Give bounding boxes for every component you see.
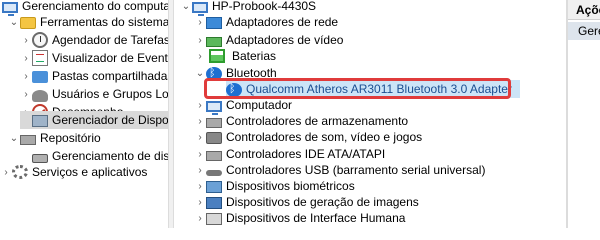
device-manager-icon [32,115,48,127]
services-icon [12,165,28,179]
tree-label: Ferramentas do sistema [40,15,168,29]
chevron-right-icon[interactable]: › [20,49,32,67]
chevron-right-icon[interactable]: › [194,128,206,146]
users-groups-icon [32,89,48,102]
task-scheduler-icon [32,32,48,48]
category-label: Baterias [232,49,277,63]
computer-management-icon [2,1,18,16]
tree-item-task-scheduler[interactable]: › Agendador de Tarefas [20,31,168,49]
video-adapter-icon [206,36,222,47]
battery-icon [209,49,225,63]
category-label: Dispositivos de Interface Humana [226,211,406,225]
tree-item-storage[interactable]: ⌄ Repositório [8,129,101,147]
tree-label: Visualizador de Eventos [52,51,168,65]
actions-item-device-manager[interactable]: Gere [568,22,600,40]
device-category-hid[interactable]: › Dispositivos de Interface Humana [194,209,405,227]
chevron-down-icon[interactable]: ⌄ [8,13,20,31]
hid-icon [206,213,222,225]
ide-controller-icon [206,150,222,161]
device-tree-pane: ⌄ HP-Probook-4430S › Adaptadores de rede… [174,0,566,228]
usb-controller-icon [206,170,222,176]
device-category-batteries[interactable]: › Baterias [194,47,276,65]
tree-item-services-apps[interactable]: › Serviços e aplicativos [0,163,147,181]
chevron-right-icon[interactable]: › [20,31,32,49]
chevron-down-icon[interactable]: ⌄ [8,129,20,147]
storage-controller-icon [206,117,222,128]
tree-label: Agendador de Tarefas [52,33,168,47]
actions-pane: Açõe Gere [568,0,600,228]
tree-label: Gerenciador de Disposit [52,113,168,127]
chevron-right-icon[interactable]: › [20,67,32,85]
device-category-network[interactable]: › Adaptadores de rede [194,13,338,31]
biometric-icon [206,181,222,193]
highlight-annotation [204,78,511,99]
tools-icon [20,17,36,29]
computer-icon [192,1,208,16]
category-label: Controladores de som, vídeo e jogos [226,130,423,144]
network-adapter-icon [206,17,222,29]
chevron-right-icon[interactable]: › [0,163,12,181]
tree-item-event-viewer[interactable]: › Visualizador de Eventos [20,49,168,67]
category-label: Adaptadores de rede [226,15,339,29]
chevron-right-icon[interactable]: › [194,47,206,65]
disk-mgmt-icon [32,153,48,163]
shared-folders-icon [32,71,48,83]
tree-item-users-groups[interactable]: › Usuários e Grupos Loca [20,85,168,103]
console-tree-pane: Gerenciamento do computador ⌄ Ferramenta… [0,0,168,228]
storage-icon [20,134,36,145]
chevron-right-icon[interactable]: › [194,209,206,227]
tree-item-device-manager[interactable]: Gerenciador de Disposit [20,111,168,129]
tree-label: Repositório [40,131,101,145]
chevron-down-icon[interactable]: ⌄ [180,0,192,15]
tree-item-shared-folders[interactable]: › Pastas compartilhadas [20,67,168,85]
imaging-icon [206,197,222,209]
sound-controller-icon [206,132,222,144]
device-category-sound[interactable]: › Controladores de som, vídeo e jogos [194,128,422,146]
computer-icon [206,100,222,115]
chevron-right-icon[interactable]: › [20,85,32,103]
chevron-right-icon[interactable]: › [194,13,206,31]
tree-label: Pastas compartilhadas [52,69,168,83]
event-viewer-icon [32,50,48,66]
tree-label: Serviços e aplicativos [32,165,148,179]
tree-item-system-tools[interactable]: ⌄ Ferramentas do sistema [8,13,168,31]
actions-header: Açõe [568,0,600,20]
tree-label: Usuários e Grupos Loca [52,87,168,101]
